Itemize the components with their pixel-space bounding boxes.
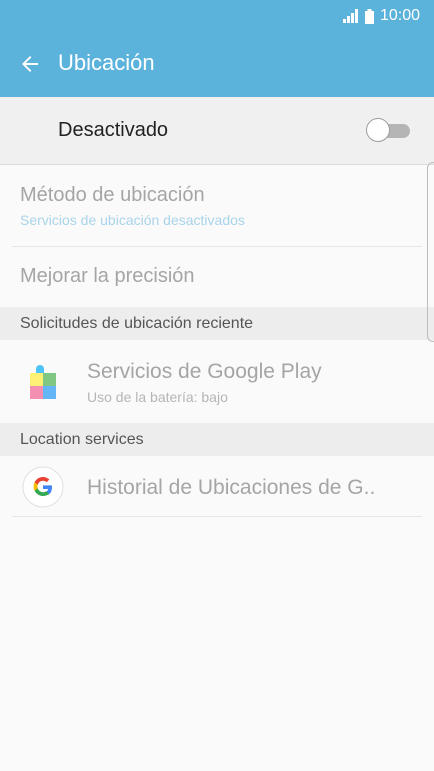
- google-play-services-icon: [30, 365, 56, 399]
- location-method-item[interactable]: Método de ubicación Servicios de ubicaci…: [0, 164, 434, 246]
- list-item-location-history[interactable]: Historial de Ubicaciones de G..: [0, 456, 434, 516]
- section-header-label: Location services: [20, 431, 144, 448]
- master-switch-label: Desactivado: [58, 119, 169, 141]
- status-icons: 10:00: [342, 7, 420, 25]
- status-bar: 10:00: [0, 0, 434, 34]
- section-header-location-services: Location services: [0, 423, 434, 456]
- google-icon: [22, 466, 64, 508]
- location-method-subtitle: Servicios de ubicación desactivados: [20, 212, 245, 228]
- app-bar: Ubicación: [0, 34, 434, 97]
- google-play-services-subtitle: Uso de la batería: bajo: [87, 389, 228, 405]
- location-toggle[interactable]: [366, 117, 412, 143]
- section-header-recent-requests: Solicitudes de ubicación reciente: [0, 307, 434, 340]
- location-master-switch-row[interactable]: Desactivado: [0, 97, 434, 165]
- edge-scroll-handle[interactable]: [427, 162, 434, 342]
- location-history-title: Historial de Ubicaciones de G..: [87, 476, 376, 499]
- battery-icon: [364, 8, 374, 24]
- signal-icon: [342, 9, 358, 23]
- list-item-google-play-services[interactable]: Servicios de Google Play Uso de la bater…: [0, 340, 434, 422]
- section-header-label: Solicitudes de ubicación reciente: [20, 315, 254, 332]
- divider: [12, 516, 422, 517]
- improve-accuracy-item[interactable]: Mejorar la precisión: [0, 247, 434, 307]
- location-method-title: Método de ubicación: [20, 184, 205, 206]
- page-title: Ubicación: [58, 50, 155, 75]
- status-time: 10:00: [379, 7, 420, 24]
- google-play-services-title: Servicios de Google Play: [87, 360, 322, 383]
- toggle-knob: [366, 118, 390, 142]
- improve-accuracy-title: Mejorar la precisión: [20, 265, 195, 287]
- back-arrow-icon[interactable]: [18, 52, 42, 76]
